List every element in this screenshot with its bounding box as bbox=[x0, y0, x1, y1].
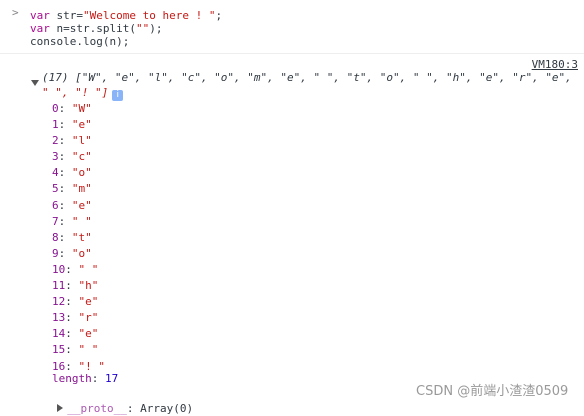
code-line-2: var n=str.split(""); bbox=[30, 22, 162, 35]
entry-value: "o" bbox=[71, 166, 92, 180]
entry-value: "! " bbox=[78, 359, 106, 373]
entry-value: " " bbox=[78, 262, 99, 276]
length-row: length: 17 bbox=[52, 372, 118, 385]
entry-value: "e" bbox=[78, 295, 99, 309]
array-summary-tail: " ", "! "] bbox=[42, 86, 109, 99]
colon: : bbox=[58, 150, 72, 164]
source-link[interactable]: VM180:3 bbox=[532, 58, 578, 71]
entry-value: " " bbox=[71, 214, 92, 228]
entry-index: 3 bbox=[52, 150, 59, 164]
proto-row[interactable]: __proto__: Array(0) bbox=[44, 388, 193, 416]
entry-value: "m" bbox=[71, 182, 92, 196]
array-entry-row: 3: "c" bbox=[52, 149, 105, 165]
array-summary-text: (17) ["W", "e", "l", "c", "o", "m", "e",… bbox=[42, 71, 572, 84]
code-text: ; bbox=[215, 9, 223, 22]
entry-value: "e" bbox=[78, 327, 99, 341]
colon: : bbox=[58, 214, 72, 228]
array-entry-row: 10: " " bbox=[52, 262, 105, 278]
code-text: ); bbox=[149, 22, 163, 35]
expand-arrow-icon[interactable] bbox=[31, 80, 39, 86]
entry-value: "r" bbox=[78, 311, 99, 325]
array-summary-line-1[interactable]: (17) ["W", "e", "l", "c", "o", "m", "e",… bbox=[42, 71, 572, 85]
array-entry-row: 2: "l" bbox=[52, 133, 105, 149]
entry-value: " " bbox=[78, 343, 99, 357]
console-divider bbox=[0, 53, 584, 54]
colon: : bbox=[58, 134, 72, 148]
array-entry-row: 5: "m" bbox=[52, 181, 105, 197]
colon: : bbox=[58, 246, 72, 260]
entry-index: 11 bbox=[52, 279, 66, 293]
colon: : bbox=[65, 262, 79, 276]
entry-value: "l" bbox=[71, 134, 92, 148]
entry-index: 13 bbox=[52, 311, 66, 325]
entry-index: 4 bbox=[52, 166, 59, 180]
array-entry-row: 9: "o" bbox=[52, 246, 105, 262]
array-entry-row: 11: "h" bbox=[52, 278, 105, 294]
colon: : bbox=[65, 327, 79, 341]
entry-index: 6 bbox=[52, 198, 59, 212]
input-prompt-chevron-icon: > bbox=[12, 6, 19, 19]
code-line-3: console.log(n); bbox=[30, 35, 130, 48]
array-entries: 0: "W" 1: "e" 2: "l" 3: "c" 4: "o" 5: "m" 6: "… bbox=[52, 101, 105, 375]
array-summary-line-2[interactable]: " ", "! "] i bbox=[42, 86, 124, 101]
code-text: str= bbox=[49, 9, 83, 22]
array-entry-row: 6: "e" bbox=[52, 198, 105, 214]
entry-value: "W" bbox=[71, 102, 92, 115]
array-entry-row: 7: " " bbox=[52, 214, 105, 230]
entry-index: 8 bbox=[52, 230, 59, 244]
array-entry-row: 4: "o" bbox=[52, 165, 105, 181]
array-entry-row: 13: "r" bbox=[52, 310, 105, 326]
entry-value: "c" bbox=[71, 150, 92, 164]
colon: : bbox=[58, 118, 72, 132]
colon: : bbox=[91, 372, 105, 385]
colon: : bbox=[58, 182, 72, 196]
colon: : bbox=[65, 359, 79, 373]
entry-index: 10 bbox=[52, 262, 66, 276]
array-entry-row: 8: "t" bbox=[52, 230, 105, 246]
array-entry-row: 12: "e" bbox=[52, 294, 105, 310]
entry-index: 9 bbox=[52, 246, 59, 260]
proto-key: __proto__ bbox=[67, 402, 127, 415]
colon: : bbox=[65, 295, 79, 309]
length-value: 17 bbox=[105, 372, 119, 385]
colon: : bbox=[58, 198, 72, 212]
entry-index: 7 bbox=[52, 214, 59, 228]
expand-arrow-icon[interactable] bbox=[57, 404, 64, 412]
entry-index: 12 bbox=[52, 295, 66, 309]
entry-value: "h" bbox=[78, 279, 99, 293]
entry-index: 5 bbox=[52, 182, 59, 196]
array-entry-row: 14: "e" bbox=[52, 326, 105, 342]
string-literal: "" bbox=[135, 22, 150, 35]
colon: : bbox=[58, 230, 72, 244]
entry-index: 1 bbox=[52, 118, 59, 132]
code-text: n=str.split( bbox=[49, 22, 136, 35]
entry-index: 2 bbox=[52, 134, 59, 148]
keyword: var bbox=[30, 9, 50, 22]
watermark: CSDN @前端小渣渣0509 bbox=[416, 384, 569, 399]
entry-value: "t" bbox=[71, 230, 92, 244]
array-entry-row: 15: " " bbox=[52, 342, 105, 358]
length-key: length bbox=[52, 372, 92, 385]
colon: : bbox=[58, 102, 72, 115]
keyword: var bbox=[30, 22, 50, 35]
code-line-1: var str="Welcome to here ! "; bbox=[30, 9, 222, 22]
colon: : bbox=[65, 311, 79, 325]
info-icon[interactable]: i bbox=[112, 90, 124, 101]
entry-index: 16 bbox=[52, 359, 66, 373]
array-entry-row: 0: "W" bbox=[52, 101, 105, 117]
colon: : bbox=[65, 343, 79, 357]
entry-value: "e" bbox=[71, 198, 92, 212]
entry-value: "o" bbox=[71, 246, 92, 260]
entry-index: 0 bbox=[52, 102, 59, 115]
string-literal: "Welcome to here ! " bbox=[83, 9, 216, 22]
colon: : bbox=[58, 166, 72, 180]
entry-value: "e" bbox=[71, 118, 92, 132]
entry-index: 15 bbox=[52, 343, 66, 357]
array-entry-row: 1: "e" bbox=[52, 117, 105, 133]
entry-index: 14 bbox=[52, 327, 66, 341]
colon: : bbox=[126, 402, 141, 415]
colon: : bbox=[65, 279, 79, 293]
proto-value: Array(0) bbox=[140, 402, 194, 415]
